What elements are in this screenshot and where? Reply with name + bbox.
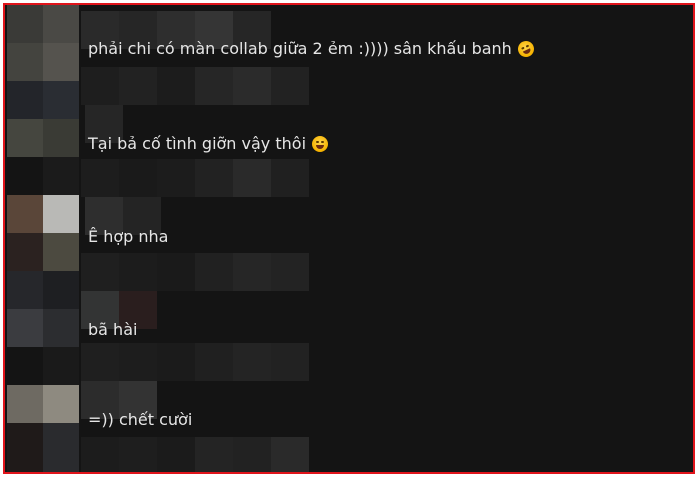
blurred-username: [81, 253, 309, 291]
message-text: Tại bả cố tình giỡn vậy thôi: [88, 134, 307, 153]
message-text: =)) chết cười: [88, 410, 193, 429]
message-text: phải chi có màn collab giữa 2 ẻm :)))) s…: [88, 39, 512, 58]
message-4: bã hài: [88, 320, 137, 340]
message-text: bã hài: [88, 320, 138, 339]
message-3: Ê hợp nha: [88, 227, 168, 247]
message-2: Tại bả cố tình giỡn vậy thôi: [88, 134, 329, 154]
rolling-on-floor-laughing-icon: [515, 38, 537, 60]
blurred-username: [81, 67, 309, 105]
grinning-sweat-icon: [312, 136, 329, 152]
chat-screenshot-frame: phải chi có màn collab giữa 2 ẻm :)))) s…: [3, 3, 695, 474]
message-1: phải chi có màn collab giữa 2 ẻm :)))) s…: [88, 38, 537, 60]
message-5: =)) chết cười: [88, 410, 192, 430]
blurred-username: [81, 159, 309, 197]
blurred-username: [81, 437, 309, 472]
message-text: Ê hợp nha: [88, 227, 169, 246]
blurred-username: [81, 343, 309, 381]
avatar-column: [7, 5, 79, 472]
